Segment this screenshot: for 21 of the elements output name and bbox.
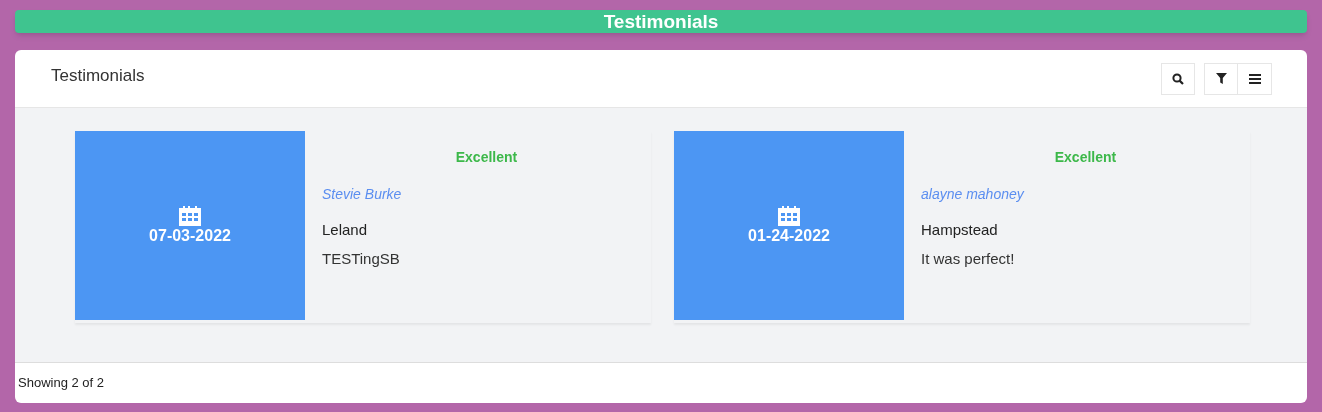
rating-label: Excellent — [455, 148, 518, 167]
rating-label: Excellent — [1054, 148, 1117, 167]
calendar-icon — [778, 205, 800, 226]
customer-name: alayne mahoney — [921, 185, 1024, 204]
banner-title: Testimonials — [603, 12, 719, 31]
menu-icon — [1248, 73, 1261, 84]
results-count: Showing 2 of 2 — [18, 374, 104, 393]
search-button[interactable] — [1161, 62, 1195, 95]
customer-location: Leland — [322, 220, 368, 240]
testimonial-comment: TESTingSB — [322, 248, 400, 269]
panel-title: Testimonials — [51, 64, 146, 87]
filter-icon — [1215, 73, 1227, 84]
testimonial-date: 01-24-2022 — [748, 225, 830, 246]
customer-name: Stevie Burke — [322, 185, 402, 204]
calendar-icon — [179, 205, 201, 226]
menu-button[interactable] — [1238, 62, 1272, 95]
testimonial-comment: It was perfect! — [921, 248, 1015, 269]
customer-location: Hampstead — [921, 220, 998, 240]
search-icon — [1172, 72, 1184, 85]
filter-button[interactable] — [1204, 62, 1238, 95]
testimonial-date: 07-03-2022 — [149, 225, 231, 246]
